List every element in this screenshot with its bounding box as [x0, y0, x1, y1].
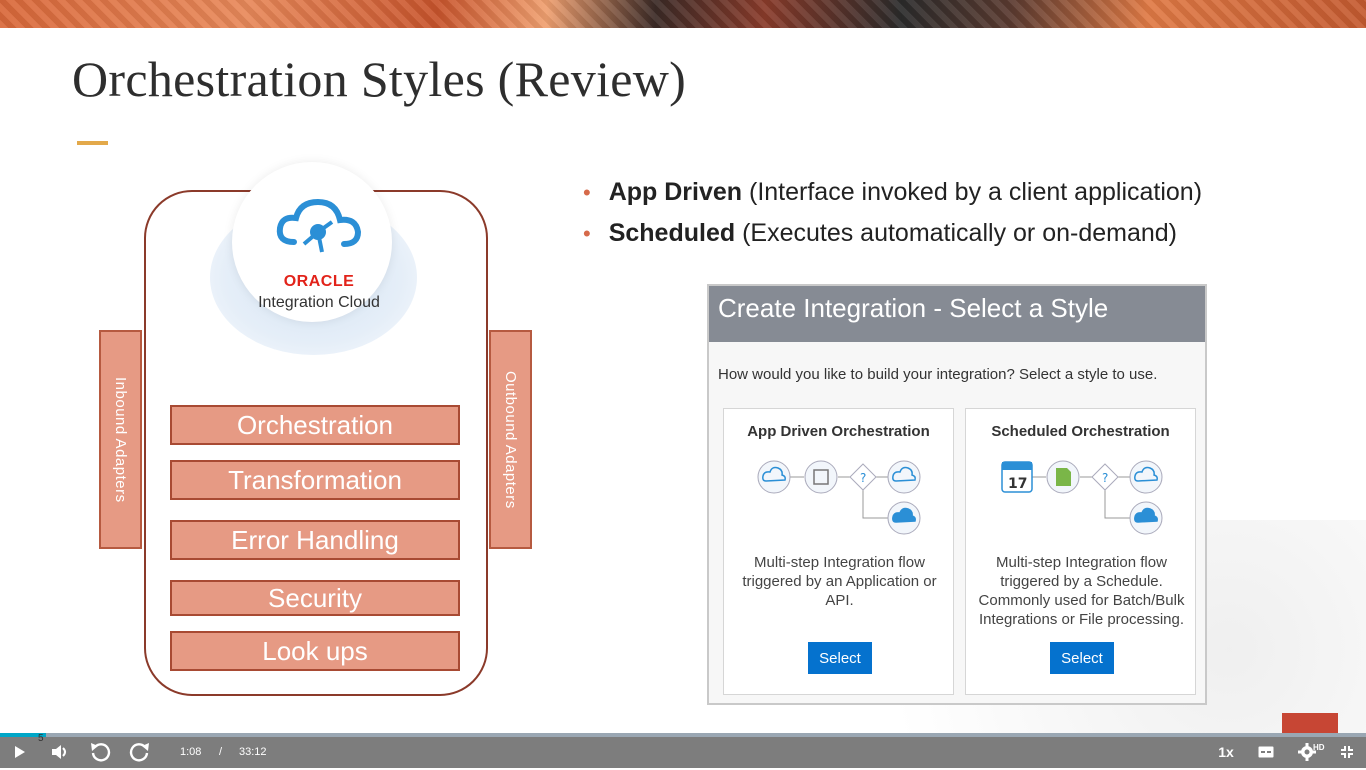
- captions-icon[interactable]: [1254, 735, 1278, 768]
- bullet-text: (Executes automatically or on-demand): [735, 219, 1177, 247]
- slide-page-number: 5: [38, 733, 44, 744]
- playback-speed[interactable]: 1x: [1212, 735, 1240, 768]
- volume-icon[interactable]: [48, 735, 72, 768]
- inbound-adapters-label: Inbound Adapters: [112, 376, 129, 503]
- fullscreen-exit-icon[interactable]: [1336, 735, 1358, 768]
- capability-look-ups: Look ups: [170, 631, 460, 671]
- inbound-adapters-bar: Inbound Adapters: [99, 330, 142, 549]
- scheduled-card: Scheduled Orchestration 17 ? Multi-step …: [965, 408, 1196, 695]
- create-integration-dialog: Create Integration - Select a Style How …: [707, 284, 1207, 705]
- outbound-adapters-label: Outbound Adapters: [502, 370, 519, 509]
- card-description: Multi-step Integration flow triggered by…: [742, 554, 937, 609]
- capability-error-handling: Error Handling: [170, 520, 460, 560]
- integration-cloud-icon: [274, 192, 364, 267]
- title-accent-line: [77, 141, 108, 145]
- play-icon[interactable]: [8, 735, 32, 768]
- bullet-dot: •: [583, 180, 591, 205]
- rewind-icon[interactable]: [86, 735, 114, 768]
- video-player-bar: 1:08 / 33:12 1x HD: [0, 735, 1366, 768]
- scheduled-flow-diagram: 17 ?: [1001, 460, 1163, 535]
- capability-security: Security: [170, 580, 460, 616]
- hd-badge: HD: [1313, 743, 1325, 752]
- oracle-brand: ORACLE: [283, 273, 355, 290]
- svg-text:?: ?: [1102, 471, 1108, 485]
- dialog-title: Create Integration - Select a Style: [709, 286, 1205, 342]
- bullet-text: (Interface invoked by a client applicati…: [742, 178, 1203, 206]
- slide-title: Orchestration Styles (Review): [72, 51, 687, 107]
- calendar-day: 17: [1008, 476, 1027, 492]
- app-driven-card: App Driven Orchestration ? Multi-step In…: [723, 408, 954, 695]
- header-decorative-banner: [0, 0, 1366, 28]
- svg-text:?: ?: [860, 471, 866, 485]
- bullet-app-driven: • App Driven (Interface invoked by a clie…: [583, 178, 1202, 207]
- duration: 33:12: [239, 746, 267, 758]
- product-name: Integration Cloud: [258, 294, 380, 311]
- capability-transformation: Transformation: [170, 460, 460, 500]
- card-description: Multi-step Integration flow triggered by…: [978, 554, 1185, 628]
- current-time: 1:08: [180, 746, 202, 758]
- app-driven-flow-diagram: ?: [757, 460, 921, 535]
- time-separator: /: [219, 746, 223, 758]
- select-scheduled-button[interactable]: Select: [1050, 642, 1114, 674]
- outbound-adapters-bar: Outbound Adapters: [489, 330, 532, 549]
- bullet-term: App Driven: [608, 178, 743, 206]
- progress-track[interactable]: [0, 733, 1366, 737]
- card-title: Scheduled Orchestration: [991, 423, 1170, 440]
- bullet-scheduled: • Scheduled (Executes automatically or on…: [583, 219, 1177, 248]
- forward-icon[interactable]: [126, 735, 154, 768]
- dialog-question: How would you like to build your integra…: [718, 366, 1158, 383]
- capability-orchestration: Orchestration: [170, 405, 460, 445]
- card-title: App Driven Orchestration: [747, 423, 930, 440]
- select-app-driven-button[interactable]: Select: [808, 642, 872, 674]
- bullet-term: Scheduled: [608, 219, 736, 247]
- bullet-dot: •: [583, 221, 591, 246]
